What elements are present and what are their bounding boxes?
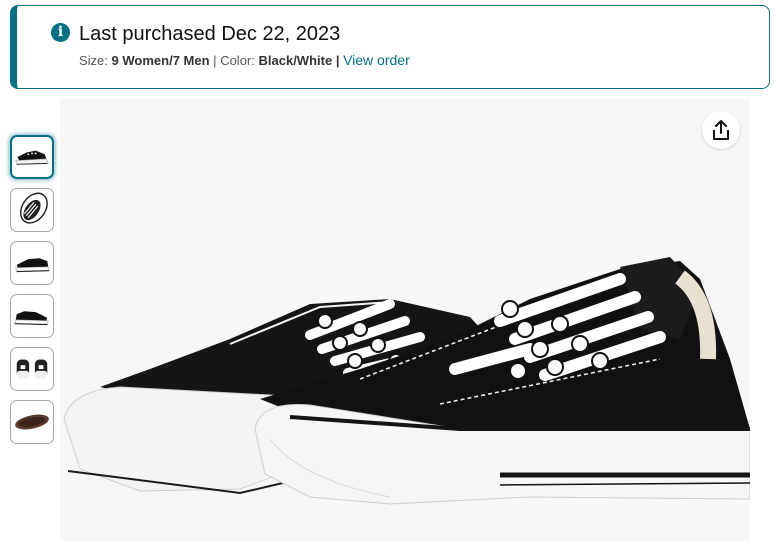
thumbnail-back-pair[interactable] — [10, 347, 54, 391]
thumbnail-top-down[interactable] — [10, 188, 54, 232]
size-value: 9 Women/7 Men — [111, 53, 210, 68]
main-product-image[interactable] — [60, 99, 750, 541]
color-label: Color: — [220, 53, 255, 68]
thumbnail-sole[interactable] — [10, 400, 54, 444]
shoe-thumbnail-image — [15, 258, 50, 273]
size-label: Size: — [79, 53, 108, 68]
view-order-link[interactable]: View order — [343, 52, 410, 68]
last-purchased-title: Last purchased Dec 22, 2023 — [79, 23, 341, 45]
purchase-details: Size: 9 Women/7 Men | Color: Black/White… — [79, 52, 410, 68]
share-button[interactable] — [702, 111, 740, 149]
shoe-thumbnail-image — [15, 150, 49, 165]
share-icon — [713, 120, 729, 140]
thumbnail-side-right[interactable] — [10, 241, 54, 285]
separator: | — [335, 53, 340, 68]
color-value: Black/White — [258, 53, 333, 68]
shoe-thumbnail-image — [14, 311, 49, 326]
shoe-illustration — [63, 257, 750, 505]
shoe-thumbnail-image — [15, 414, 49, 430]
shoe-thumbnail-image — [19, 192, 48, 224]
thumbnail-side-left[interactable] — [10, 294, 54, 338]
info-icon: i — [51, 23, 70, 42]
separator: | — [213, 53, 217, 68]
thumbnail-side-pair[interactable] — [10, 135, 54, 179]
last-purchased-banner: i Last purchased Dec 22, 2023 Size: 9 Wo… — [10, 5, 770, 89]
shoe-thumbnail-image — [16, 359, 48, 379]
